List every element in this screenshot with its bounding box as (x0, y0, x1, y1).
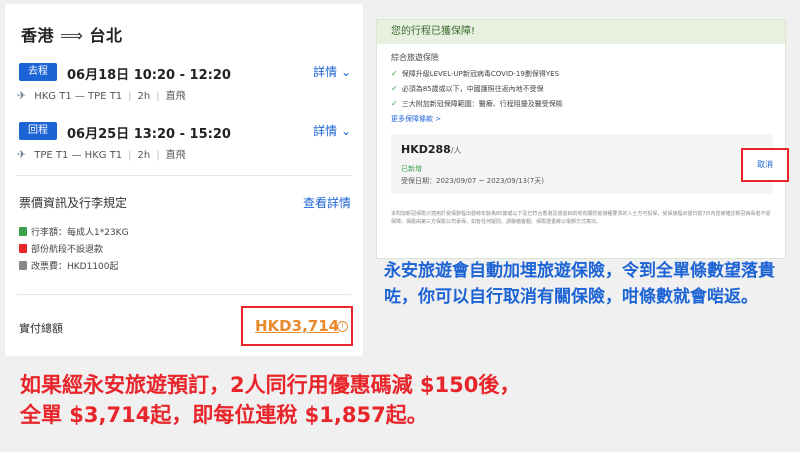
return-badge: 回程 (19, 122, 57, 140)
outbound-route: HKG T1 — TPE T1 (34, 91, 123, 102)
fare-detail-link[interactable]: 查看詳情 (303, 194, 351, 211)
check-icon: ✓ (391, 84, 398, 93)
outbound-route-row: ✈ HKG T1 — TPE T1 | 2h | 直飛 (17, 89, 186, 102)
flight-summary-card: 香港 ⟹ 台北 去程 06月18日 10:20 - 12:20 詳情 ⌄ ✈ HKG … (5, 4, 363, 356)
insurance-item: ✓ 保障升級LEVEL-UP新冠病毒COVID-19劃保得YES (391, 69, 559, 78)
outbound-badge: 去程 (19, 63, 57, 81)
total-price-highlight: HKD3,714 ! (241, 306, 353, 346)
fare-refund: 部份航段不設退款 (31, 245, 104, 255)
fare-refund-row: 部份航段不設退款 (19, 242, 103, 255)
return-detail-link[interactable]: 詳情 ⌄ (313, 122, 351, 139)
insurance-fine-print: 本附加新冠保險只適用於受保旅程出發時年齡為85歲或以下及已符合香港及旅遊目的地有… (391, 211, 771, 225)
insurance-selection-box: HKD288/人 已新增 受保日期：2023/09/07 ~ 2023/09/1… (391, 134, 789, 194)
chevron-down-icon: ⌄ (340, 65, 351, 79)
outbound-detail-label: 詳情 (313, 65, 338, 79)
insurance-annotation: 永安旅遊會自動加埋旅遊保險，令到全單條數望落貴咗，你可以自行取消有關保險，咁條數… (384, 261, 775, 307)
chevron-down-icon: ⌄ (340, 124, 351, 138)
check-icon: ✓ (391, 99, 398, 108)
total-label: 實付總額 (19, 322, 63, 335)
insurance-subtitle: 綜合旅遊保險 (391, 53, 439, 62)
more-terms-link[interactable]: 更多保障條款 > (391, 114, 441, 124)
route-to: 台北 (89, 26, 123, 45)
insurance-card: 您的行程已獲保障! 綜合旅遊保險 ✓ 保障升級LEVEL-UP新冠病毒COVID-… (376, 19, 789, 259)
divider (17, 294, 351, 295)
return-route: TPE T1 — HKG T1 (34, 150, 123, 161)
return-type: 直飛 (165, 150, 186, 161)
check-icon: ✓ (391, 69, 398, 78)
return-datetime: 06月25日 13:20 - 15:20 (67, 127, 231, 142)
price-annotation-line2: 全單 $3,714起，即每位連稅 $1,857起。 (20, 403, 428, 427)
return-duration: 2h (137, 150, 151, 161)
change-icon (19, 261, 27, 270)
plane-icon: ✈ (17, 148, 27, 161)
outbound-duration: 2h (137, 91, 151, 102)
price-annotation: 如果經永安旅遊預訂，2人同行用優惠碼減 $150後， 全單 $3,714起，即每… (20, 370, 720, 430)
fare-title: 票價資訊及行李規定 (19, 196, 128, 210)
plane-icon: ✈ (17, 89, 27, 102)
return-route-row: ✈ TPE T1 — HKG T1 | 2h | 直飛 (17, 148, 186, 161)
insurance-price-unit: /人 (450, 146, 462, 155)
price-annotation-line1: 如果經永安旅遊預訂，2人同行用優惠碼減 $150後， (20, 373, 521, 397)
fare-change-row: 改票費：HKD1100起 (19, 259, 119, 272)
total-price[interactable]: HKD3,714 (255, 317, 339, 335)
insurance-item: ✓ 三大附加新冠保障範圍：醫療、行程阻擾及醫受保險 (391, 99, 563, 108)
route-from: 香港 (21, 26, 55, 45)
insurance-price: HKD288/人 (401, 143, 462, 156)
luggage-icon (19, 227, 27, 236)
fare-luggage-row: 行李額：每成人1*23KG (19, 225, 129, 238)
divider (17, 175, 351, 176)
cancel-insurance-button[interactable]: 取消 (741, 148, 789, 182)
insurance-added-status: 已新增 (401, 165, 422, 173)
insurance-header: 您的行程已獲保障! (377, 20, 785, 44)
fare-luggage: 行李額：每成人1*23KG (31, 228, 129, 238)
route-title: 香港 ⟹ 台北 (21, 22, 122, 46)
insurance-dates: 受保日期：2023/09/07 ~ 2023/09/13(7天) (401, 177, 544, 185)
route-arrow-icon: ⟹ (60, 26, 84, 45)
return-detail-label: 詳情 (313, 124, 338, 138)
outbound-datetime: 06月18日 10:20 - 12:20 (67, 68, 231, 83)
outbound-type: 直飛 (165, 91, 186, 102)
outbound-detail-link[interactable]: 詳情 ⌄ (313, 63, 351, 80)
refund-icon (19, 244, 27, 253)
fare-change: 改票費：HKD1100起 (31, 262, 119, 272)
info-icon[interactable]: ! (337, 321, 348, 332)
insurance-item: ✓ 必須為85歲或以下，中國護照往返內地不受保 (391, 84, 544, 93)
